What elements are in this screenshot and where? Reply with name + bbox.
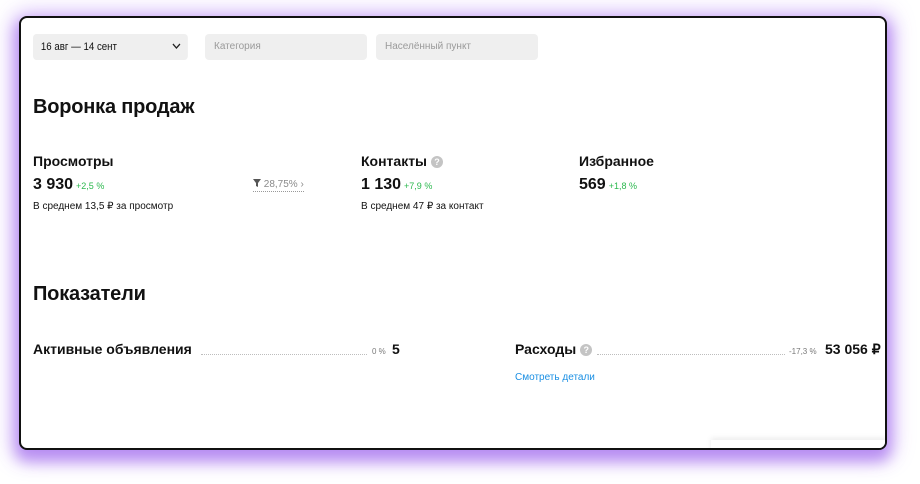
expenses-label-row: Расходы?	[515, 341, 593, 357]
sales-dashboard-card: 16 авг — 14 сент Категория Населённый пу…	[19, 16, 887, 450]
contacts-label: Контакты	[361, 153, 428, 169]
views-metric: 3 930 +2,5 %	[33, 176, 104, 194]
contacts-note: В среднем 47 ₽ за контакт	[361, 201, 484, 212]
conversion-value: 28,75%	[263, 179, 298, 190]
category-placeholder: Категория	[214, 41, 261, 52]
views-label: Просмотры	[33, 153, 114, 169]
contacts-value: 1 130	[361, 176, 402, 193]
date-range-value: 16 авг — 14 сент	[40, 41, 117, 53]
contacts-label-row: Контакты?	[361, 153, 444, 169]
active-ads-leader	[201, 354, 367, 355]
expenses-details-link[interactable]: Смотреть детали	[515, 372, 595, 383]
favorites-value: 569	[579, 176, 606, 193]
expenses-change: -17,3 %	[789, 347, 817, 356]
active-ads-change: 0 %	[372, 347, 386, 356]
metrics-title: Показатели	[33, 283, 146, 305]
expenses-label: Расходы	[515, 341, 577, 357]
date-range-select[interactable]: 16 авг — 14 сент	[33, 34, 188, 60]
contacts-metric: 1 130 +7,9 %	[361, 176, 432, 194]
expenses-leader	[597, 354, 785, 355]
active-ads-value: 5	[392, 341, 400, 357]
question-circle-icon[interactable]: ?	[580, 344, 593, 356]
location-placeholder: Населённый пункт	[385, 41, 472, 52]
favorites-delta: +1,8 %	[608, 181, 637, 191]
favorites-metric: 569 +1,8 %	[579, 176, 637, 194]
question-circle-icon[interactable]: ?	[431, 156, 444, 168]
category-input[interactable]: Категория	[205, 34, 367, 60]
funnel-icon	[253, 179, 261, 190]
active-ads-label: Активные объявления	[33, 341, 192, 357]
conversion-link[interactable]: 28,75% ›	[253, 178, 304, 192]
views-value: 3 930	[33, 176, 74, 193]
bottom-right-panel	[711, 440, 885, 448]
favorites-label: Избранное	[579, 153, 654, 169]
location-input[interactable]: Населённый пункт	[376, 34, 538, 60]
chevron-down-icon	[172, 34, 181, 69]
views-note: В среднем 13,5 ₽ за просмотр	[33, 201, 174, 212]
contacts-delta: +7,9 %	[404, 181, 433, 191]
views-delta: +2,5 %	[76, 181, 105, 191]
expenses-value: 53 056 ₽	[825, 341, 881, 357]
chevron-right-icon: ›	[300, 179, 304, 190]
funnel-title: Воронка продаж	[33, 96, 195, 118]
